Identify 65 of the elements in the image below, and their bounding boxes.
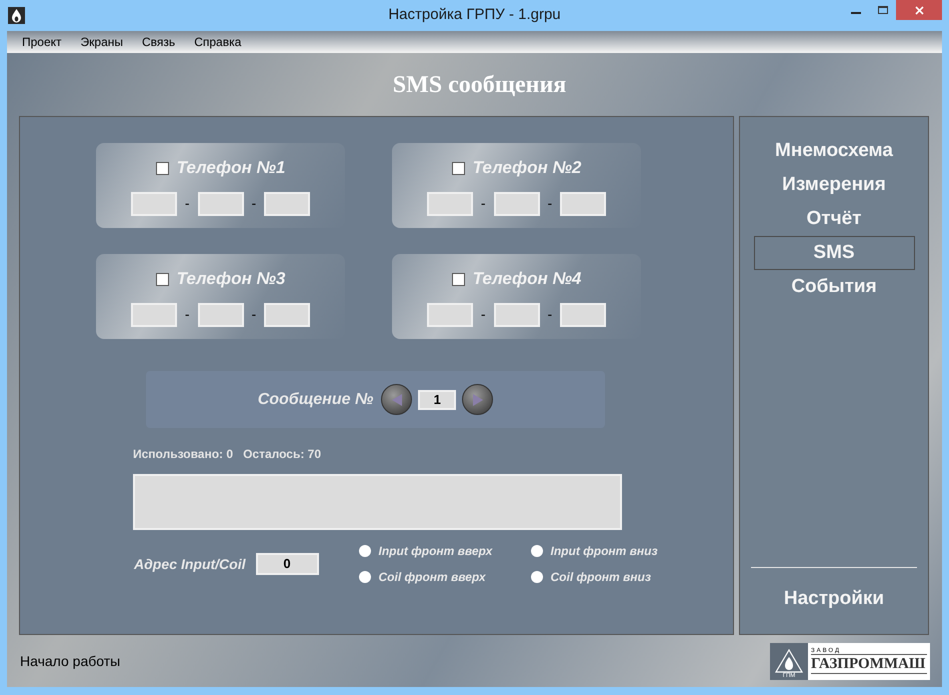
checkbox[interactable]: [452, 162, 465, 174]
close-button[interactable]: [896, 0, 942, 20]
status-text: Начало работы: [20, 652, 120, 671]
input-field[interactable]: [130, 302, 177, 327]
input-field[interactable]: [426, 302, 473, 327]
checkbox[interactable]: [452, 272, 465, 286]
input-field[interactable]: [560, 192, 606, 216]
separator-text: -: [184, 305, 190, 324]
radio-label: Coil фронт вверх: [378, 569, 486, 586]
separator-text: -: [252, 194, 256, 214]
nav-item[interactable]: События: [754, 270, 914, 304]
input-field[interactable]: [494, 192, 540, 216]
input-field[interactable]: [198, 302, 244, 327]
radio-label: Input фронт вверх: [378, 543, 492, 560]
separator-text: -: [548, 194, 552, 214]
nav-item[interactable]: Измерения: [754, 168, 914, 202]
message-number-field[interactable]: 1: [418, 390, 456, 410]
radio-button[interactable]: [358, 571, 370, 583]
radio-label: Input фронт вниз: [550, 543, 658, 560]
phone-label: Телефон №4: [472, 268, 582, 290]
input-field[interactable]: [426, 192, 473, 216]
address-label: Адрес Input/Coil: [134, 554, 246, 574]
menu-item[interactable]: Проект: [22, 33, 62, 51]
close-icon: [914, 6, 924, 14]
left-triangle-icon: [390, 392, 403, 406]
next-button[interactable]: [462, 384, 494, 415]
settings-button[interactable]: Настройки: [784, 584, 884, 613]
radio-button[interactable]: [530, 545, 542, 557]
nav-item[interactable]: Мнемосхема: [754, 134, 914, 168]
address-field[interactable]: 0: [256, 553, 318, 575]
menu-item[interactable]: Справка: [194, 33, 242, 51]
nav-item[interactable]: SMS: [754, 236, 914, 270]
separator-text: -: [480, 305, 486, 324]
page-heading: SMS сообщения: [392, 70, 566, 100]
flame-icon: [8, 7, 25, 24]
phone-label: Телефон №3: [176, 268, 286, 290]
input-field[interactable]: [198, 192, 244, 216]
separator-text: -: [184, 194, 190, 214]
menu-item[interactable]: Связь: [142, 33, 176, 51]
window-title: Настройка ГРПУ - 1.grpu: [388, 5, 561, 26]
previous-button[interactable]: [381, 384, 412, 415]
separator-text: -: [548, 305, 552, 324]
input-field[interactable]: [264, 302, 310, 327]
menu-item[interactable]: Экраны: [80, 33, 124, 51]
phone-label: Телефон №2: [472, 157, 582, 180]
checkbox[interactable]: [156, 272, 169, 286]
input-field[interactable]: [130, 192, 177, 216]
right-triangle-icon: [472, 392, 484, 406]
separator-text: -: [480, 194, 486, 214]
nav-item[interactable]: Отчёт: [754, 202, 914, 236]
radio-label: Coil фронт вниз: [550, 569, 651, 586]
logo-name: ГАЗПРОММАШ: [811, 654, 927, 674]
input-field[interactable]: [494, 302, 540, 327]
counter-text: Использовано: 0: [133, 446, 234, 463]
message-text-field[interactable]: [133, 474, 622, 530]
checkbox[interactable]: [156, 162, 169, 174]
counter-text: Осталось: 70: [243, 446, 322, 463]
message-label: Сообщение №: [258, 390, 374, 410]
phone-label: Телефон №1: [176, 157, 286, 180]
input-field[interactable]: [560, 302, 606, 327]
flame-triangle-icon: [774, 648, 804, 672]
radio-button[interactable]: [530, 571, 542, 583]
input-field[interactable]: [264, 192, 310, 216]
radio-button[interactable]: [358, 545, 370, 557]
separator-text: -: [252, 305, 256, 324]
